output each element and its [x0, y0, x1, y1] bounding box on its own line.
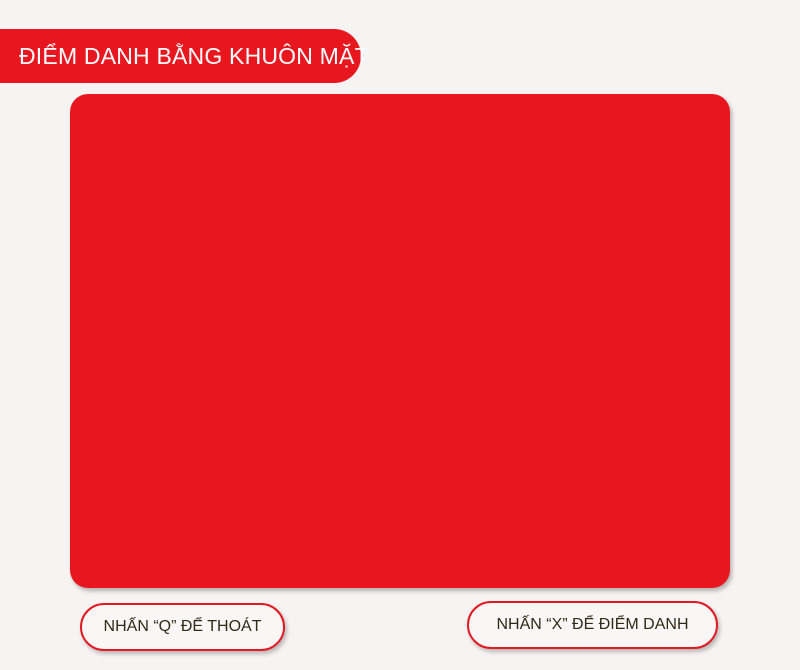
page-title: ĐIỂM DANH BẰNG KHUÔN MẶT: [0, 29, 369, 83]
camera-feed-area: [70, 94, 730, 588]
quit-button[interactable]: NHẤN “Q” ĐỂ THOÁT: [80, 603, 285, 651]
checkin-button[interactable]: NHẤN “X” ĐỂ ĐIỂM DANH: [467, 601, 718, 649]
